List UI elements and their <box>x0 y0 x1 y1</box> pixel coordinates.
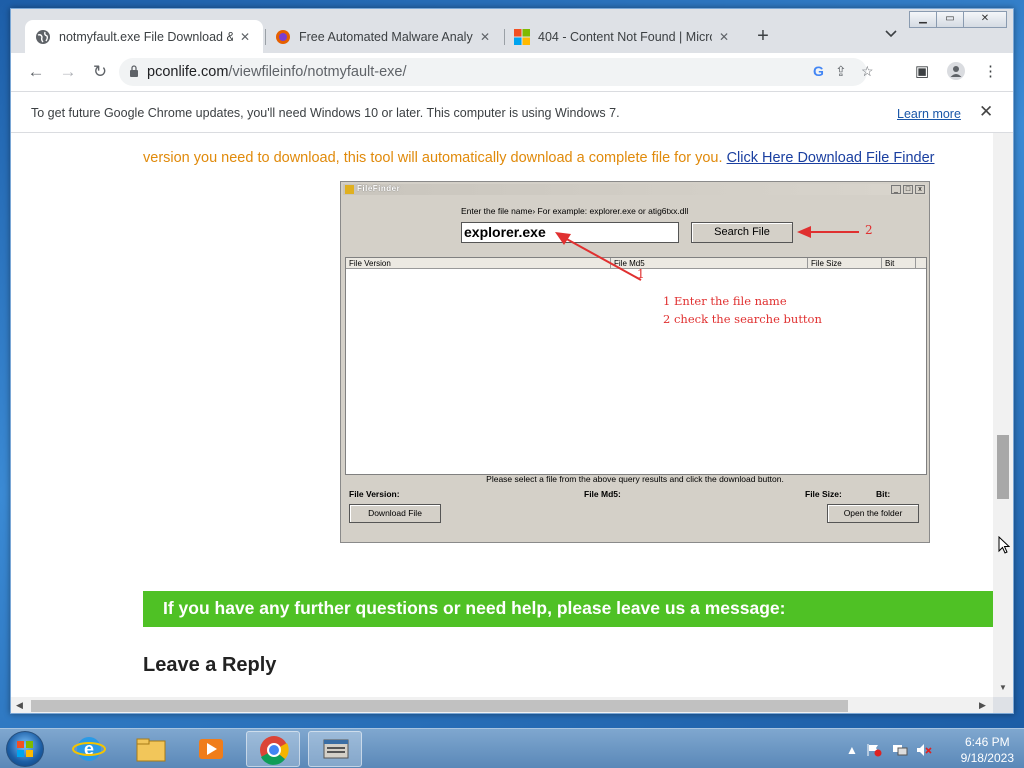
tray-clock[interactable]: 6:46 PM 9/18/2023 <box>961 735 1014 765</box>
firefox-icon <box>275 29 291 45</box>
filefinder-taskbar-icon[interactable] <box>308 731 362 767</box>
filefinder-screenshot: FileFinder _ □ x Enter the file name› Fo… <box>340 181 930 543</box>
volume-muted-icon[interactable] <box>916 743 932 760</box>
forward-arrow-icon[interactable]: → <box>57 61 79 83</box>
scroll-down-arrow-icon[interactable]: ▼ <box>999 683 1007 692</box>
microsoft-icon <box>514 28 530 45</box>
lock-icon <box>130 65 138 77</box>
new-tab-plus-icon[interactable]: + <box>751 25 775 49</box>
mouse-cursor-icon <box>998 536 1010 554</box>
tab-title: notmyfault.exe File Download & <box>59 29 234 44</box>
vertical-scrollbar[interactable]: ▼ <box>993 133 1013 697</box>
tab-title: 404 - Content Not Found | Micro <box>538 29 713 44</box>
horizontal-scroll-thumb[interactable] <box>31 700 848 712</box>
tray-expand-icon[interactable]: ▲ <box>846 743 858 757</box>
media-player-icon[interactable] <box>184 731 238 767</box>
update-infobar: To get future Google Chrome updates, you… <box>11 91 1013 133</box>
minimize-icon[interactable]: ▁ <box>909 11 937 28</box>
horizontal-scrollbar[interactable]: ◀ ▶ <box>11 697 993 713</box>
chrome-taskbar-icon[interactable] <box>246 731 300 767</box>
tab-malware-analysis[interactable]: Free Automated Malware Analysis ✕ <box>265 20 503 53</box>
back-arrow-icon[interactable]: ← <box>25 61 47 83</box>
profile-avatar-icon[interactable] <box>947 62 965 84</box>
tab-close-icon[interactable]: ✕ <box>477 30 493 44</box>
reload-icon[interactable]: ↻ <box>89 61 111 83</box>
address-bar[interactable]: pconlife.com/viewfileinfo/notmyfault-exe… <box>119 58 874 86</box>
tab-content-not-found[interactable]: 404 - Content Not Found | Micro ✕ <box>504 20 742 53</box>
share-icon[interactable]: ⇪ <box>835 63 847 80</box>
infobar-text: To get future Google Chrome updates, you… <box>31 106 620 120</box>
download-file-finder-link[interactable]: Click Here Download File Finder <box>727 150 935 166</box>
url-text: pconlife.com/viewfileinfo/notmyfault-exe… <box>147 64 407 80</box>
tab-title: Free Automated Malware Analysis <box>299 29 474 44</box>
file-explorer-icon[interactable] <box>124 731 178 767</box>
network-icon[interactable] <box>892 743 908 760</box>
action-center-flag-icon[interactable] <box>866 743 882 760</box>
globe-icon <box>35 29 51 45</box>
tab-search-chevron-icon[interactable] <box>885 27 897 41</box>
clock-time: 6:46 PM <box>964 735 1010 749</box>
tab-notmyfault[interactable]: notmyfault.exe File Download & ✕ <box>25 20 263 53</box>
tab-close-icon[interactable]: ✕ <box>237 30 253 44</box>
tab-close-icon[interactable]: ✕ <box>716 30 732 44</box>
side-panel-icon[interactable]: ▣ <box>915 62 929 80</box>
intro-text: version you need to download, this tool … <box>143 150 723 166</box>
tab-strip: notmyfault.exe File Download & ✕ Free Au… <box>11 9 1013 53</box>
help-banner-text: If you have any further questions or nee… <box>163 598 786 618</box>
url-host: pconlife.com <box>147 64 229 80</box>
learn-more-link[interactable]: Learn more <box>897 107 961 121</box>
menu-kebab-icon[interactable]: ⋮ <box>983 62 998 80</box>
start-button[interactable] <box>6 731 44 767</box>
ff-annotation-arrows <box>555 226 859 281</box>
window-controls: ▁ ▭ ✕ <box>909 11 1007 28</box>
scroll-right-arrow-icon[interactable]: ▶ <box>979 700 986 711</box>
infobar-close-icon[interactable]: ✕ <box>979 102 993 122</box>
close-window-icon[interactable]: ✕ <box>963 11 1007 28</box>
leave-reply-heading: Leave a Reply <box>143 654 277 676</box>
scroll-left-arrow-icon[interactable]: ◀ <box>16 700 23 711</box>
clock-date: 9/18/2023 <box>960 751 1014 765</box>
vertical-scroll-thumb[interactable] <box>997 435 1009 499</box>
toolbar: ← → ↻ pconlife.com/viewfileinfo/notmyfau… <box>11 53 1013 91</box>
page-content: version you need to download, this tool … <box>11 133 993 697</box>
url-path: /viewfileinfo/notmyfault-exe/ <box>228 64 407 80</box>
maximize-icon[interactable]: ▭ <box>936 11 964 28</box>
bookmark-star-icon[interactable]: ☆ <box>861 63 874 80</box>
chrome-window: notmyfault.exe File Download & ✕ Free Au… <box>10 8 1014 714</box>
taskbar: e ▲ 6:46 PM 9/18/2023 <box>0 728 1024 768</box>
internet-explorer-icon[interactable]: e <box>62 731 116 767</box>
google-lens-icon[interactable]: G <box>813 63 824 79</box>
help-banner: If you have any further questions or nee… <box>143 591 993 627</box>
intro-paragraph: version you need to download, this tool … <box>143 150 993 166</box>
